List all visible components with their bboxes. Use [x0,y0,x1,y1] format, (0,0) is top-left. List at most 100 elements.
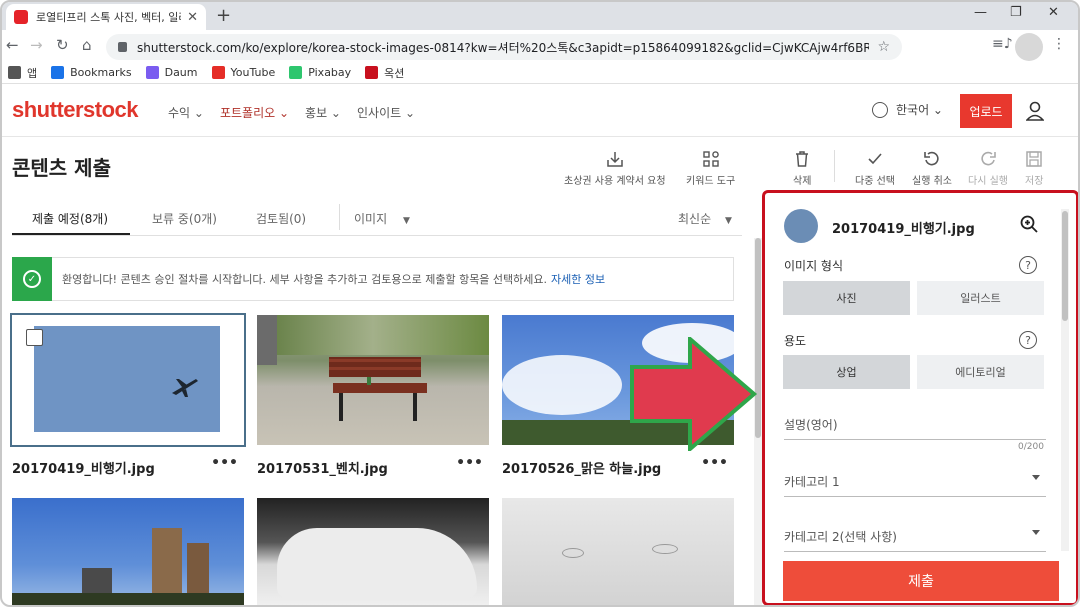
image-thumbnail[interactable] [10,313,246,447]
image-card[interactable] [12,498,244,605]
more-options-icon[interactable]: ••• [211,455,238,471]
restore-icon[interactable]: ❐ [1010,5,1022,20]
select-checkbox[interactable] [26,329,43,346]
browser-tab[interactable]: 로열티프리 스톡 사진, 벡터, 일러 ✕ [6,4,206,30]
close-tab-icon[interactable]: ✕ [187,10,198,25]
language-selector[interactable]: 한국어 ⌄ [872,101,943,118]
help-icon[interactable]: ? [1019,256,1037,274]
tool-label: 다중 선택 [855,176,895,187]
model-release-tool[interactable]: 초상권 사용 계약서 요청 [564,150,666,187]
window-close-icon[interactable]: ✕ [1048,5,1059,20]
welcome-notice: ✓ 환영합니다! 콘텐츠 승인 절차를 시작합니다. 세부 사항을 추가하고 검… [12,257,734,301]
site-header: shutterstock 수익 ⌄ 포트폴리오 ⌄ 홍보 ⌄ 인사이트 ⌄ 한국… [2,85,1078,137]
image-thumbnail[interactable] [257,315,489,445]
bookmark-item[interactable]: Pixabay [289,65,351,81]
minimize-icon[interactable]: — [974,5,987,20]
bookmark-star-icon[interactable]: ☆ [877,39,890,55]
undo-tool[interactable]: 실행 취소 [912,150,952,187]
checkmark-circle-icon: ✓ [23,270,41,288]
bookmark-label: Bookmarks [70,66,132,79]
new-tab-button[interactable]: + [216,5,231,26]
usage-label: 용도 [784,334,807,348]
bookmark-label: YouTube [230,66,276,79]
nav-earnings[interactable]: 수익 ⌄ [168,104,204,121]
image-card[interactable]: 20170419_비행기.jpg ••• [10,313,246,477]
tab-reviewed[interactable]: 검토됨(0) [256,210,306,227]
category-1-select[interactable]: 카테고리 1 [784,473,1046,497]
sort-dropdown[interactable]: 최신순 ▼ [678,210,732,227]
category-2-select[interactable]: 카테고리 2(선택 사항) [784,528,1046,552]
more-options-icon[interactable]: ••• [701,455,728,471]
upload-button[interactable]: 업로드 [960,94,1012,128]
save-tool[interactable]: 저장 [1025,150,1043,187]
submit-button[interactable]: 제출 [783,561,1059,601]
image-card[interactable] [257,498,489,605]
tool-label: 다시 실행 [968,176,1008,187]
nav-portfolio[interactable]: 포트폴리오 ⌄ [220,104,289,121]
chevron-down-icon: ▼ [402,216,410,226]
nav-insights[interactable]: 인사이트 ⌄ [357,104,415,121]
description-input[interactable]: 설명(영어) [784,416,1046,440]
redo-tool[interactable]: 다시 실행 [968,150,1008,187]
image-thumbnail[interactable] [257,498,489,605]
tab-pending[interactable]: 제출 예정(8개) [32,210,108,227]
image-thumbnail[interactable] [12,498,244,605]
zoom-in-icon[interactable] [1020,215,1038,233]
panel-scrollbar[interactable] [1061,209,1069,551]
user-icon[interactable] [1026,101,1044,121]
profile-avatar[interactable] [1015,33,1043,61]
trash-icon [796,151,809,167]
image-thumbnail[interactable] [502,498,734,605]
bench-image [329,357,427,421]
chevron-down-icon [1032,475,1040,480]
notice-status: ✓ [12,257,52,301]
image-card[interactable]: 20170531_벤치.jpg ••• [257,315,489,477]
chrome-menu-icon[interactable]: ⋮ [1052,36,1066,52]
learn-more-link[interactable]: 자세한 정보 [551,271,605,287]
bookmark-item[interactable]: Bookmarks [51,65,132,81]
media-control-icon[interactable]: ≡♪ [992,36,1013,52]
bookmark-item[interactable]: YouTube [211,65,276,81]
image-type-label: 이미지 형식 [784,259,844,273]
annotation-arrow-icon [630,337,758,451]
type-photo-button[interactable]: 사진 [783,281,910,315]
multi-select-tool[interactable]: 다중 선택 [855,150,895,187]
keyword-tool[interactable]: 키워드 도구 [686,150,735,187]
undo-icon [924,151,939,166]
youtube-icon [211,66,225,79]
apps-grid-icon [8,66,21,79]
file-thumbnail-avatar [784,209,818,243]
bookmark-item[interactable]: 옥션 [365,65,404,81]
scrollbar-thumb[interactable] [1062,211,1068,321]
image-details-panel: 20170419_비행기.jpg 이미지 형식 ? 사진 일러스트 용도 ? 상… [762,190,1078,605]
language-label: 한국어 ⌄ [896,103,943,117]
category-1-label: 카테고리 1 [784,475,840,489]
forward-icon[interactable]: → [30,36,43,54]
image-filename: 20170419_비행기.jpg [12,462,155,477]
address-bar[interactable]: shutterstock.com/ko/explore/korea-stock-… [106,34,902,60]
check-icon [868,153,882,165]
bookmark-item[interactable]: Daum [145,65,198,81]
grid-shapes-icon [702,151,719,167]
chevron-down-icon [1032,530,1040,535]
delete-tool[interactable]: 삭제 [793,150,811,187]
media-type-dropdown[interactable]: 이미지 ▼ [354,210,410,227]
image-card[interactable] [502,498,734,605]
help-icon[interactable]: ? [1019,331,1037,349]
tool-label: 실행 취소 [912,176,952,187]
type-illustration-button[interactable]: 일러스트 [917,281,1044,315]
media-type-label: 이미지 [354,212,388,226]
shutterstock-logo[interactable]: shutterstock [12,97,139,123]
tab-held[interactable]: 보류 중(0개) [152,210,217,227]
home-icon[interactable]: ⌂ [82,36,92,54]
reload-icon[interactable]: ↻ [56,36,69,54]
pixabay-icon [289,66,303,79]
more-options-icon[interactable]: ••• [456,455,483,471]
nav-promote[interactable]: 홍보 ⌄ [305,104,341,121]
usage-editorial-button[interactable]: 에디토리얼 [917,355,1044,389]
tab-strip: 로열티프리 스톡 사진, 벡터, 일러 ✕ + — ❐ ✕ [2,2,1078,30]
bookmark-label: Pixabay [308,66,352,79]
usage-commercial-button[interactable]: 상업 [783,355,910,389]
bookmark-item[interactable]: 앱 [8,65,37,81]
back-icon[interactable]: ← [6,36,19,54]
